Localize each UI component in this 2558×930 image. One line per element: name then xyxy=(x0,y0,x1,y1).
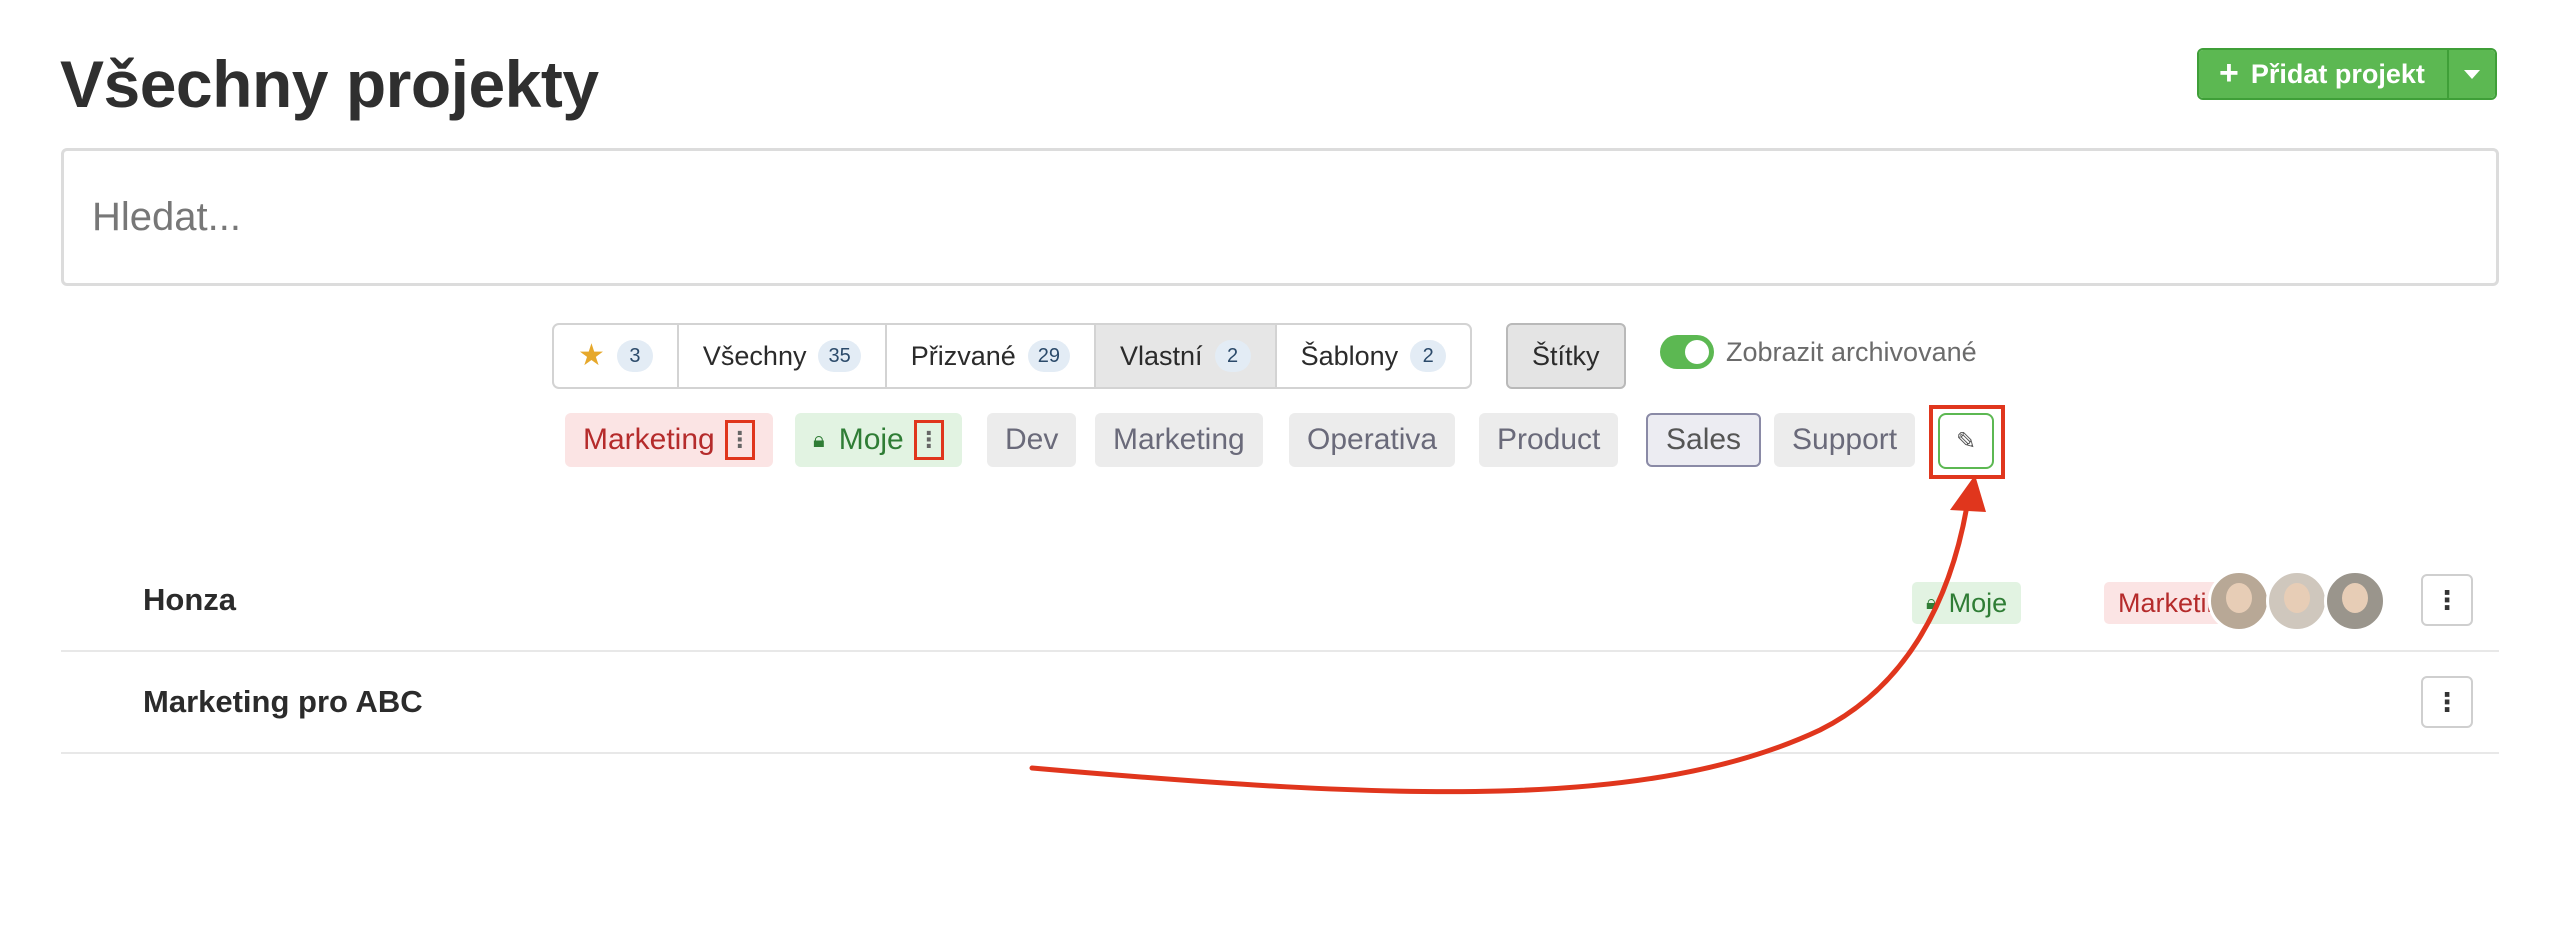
annotation-arrow xyxy=(1029,475,1986,795)
